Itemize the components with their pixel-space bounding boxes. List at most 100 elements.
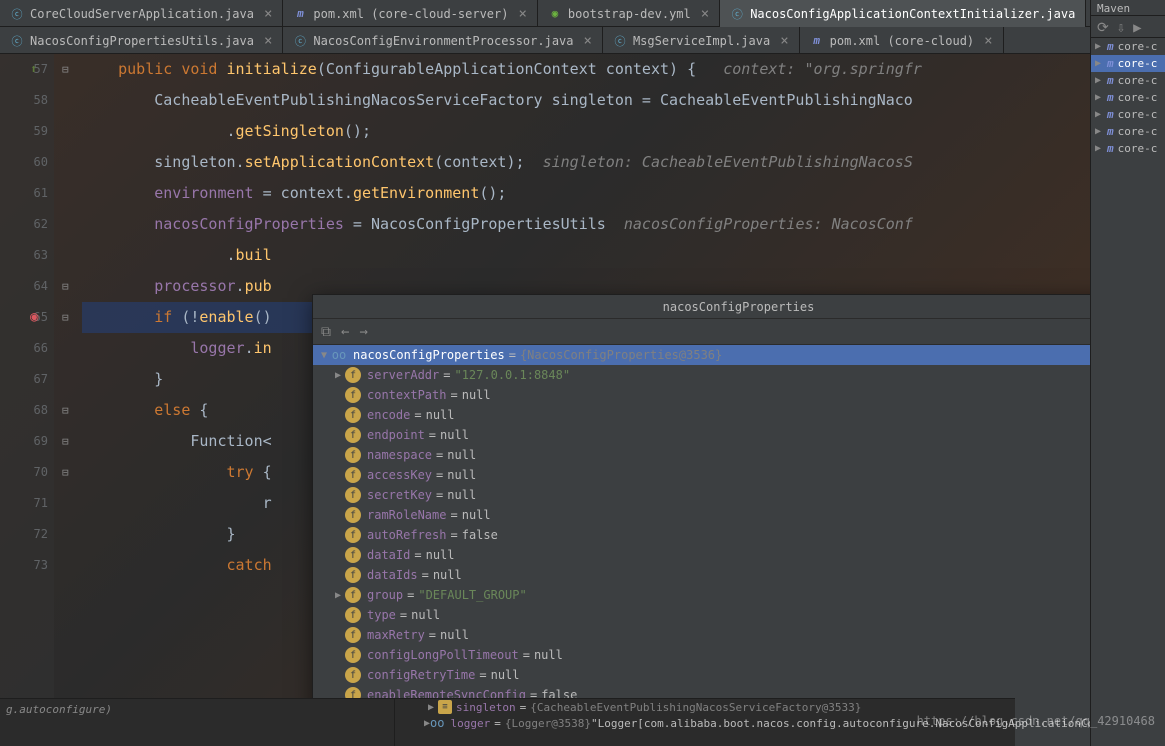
var-name: logger xyxy=(450,717,490,730)
fold-icon[interactable]: ⊟ xyxy=(54,311,69,324)
tree-field-row[interactable]: fnamespace=null xyxy=(313,445,1090,465)
tab-label: CoreCloudServerApplication.java xyxy=(30,7,254,21)
tree-field-row[interactable]: fdataIds=null xyxy=(313,565,1090,585)
refresh-icon[interactable]: ⟳ xyxy=(1097,20,1109,33)
editor-tab[interactable]: ◉bootstrap-dev.yml× xyxy=(538,0,720,27)
maven-module-item[interactable]: ▶mcore-c xyxy=(1091,38,1165,55)
tree-field-row[interactable]: framRoleName=null xyxy=(313,505,1090,525)
code-line[interactable]: nacosConfigProperties = NacosConfigPrope… xyxy=(82,209,1090,240)
close-icon[interactable]: × xyxy=(264,33,272,49)
code-line[interactable]: singleton.setApplicationContext(context)… xyxy=(82,147,1090,178)
line-gutter: 57⬆5859606162636465◉6667686970717273 xyxy=(0,54,54,746)
close-icon[interactable]: × xyxy=(264,6,272,22)
tree-field-row[interactable]: fsecretKey=null xyxy=(313,485,1090,505)
code-line[interactable]: .buil xyxy=(82,240,1090,271)
field-name: type xyxy=(367,608,396,622)
close-icon[interactable]: × xyxy=(584,33,592,49)
editor-tab[interactable]: ⓒNacosConfigPropertiesUtils.java× xyxy=(0,27,283,54)
debug-var-row[interactable]: ▶≡singleton={CacheableEventPublishingNac… xyxy=(420,699,1015,715)
tab-label: NacosConfigApplicationContextInitializer… xyxy=(750,7,1075,21)
tree-field-row[interactable]: ftype=null xyxy=(313,605,1090,625)
download-icon[interactable]: ⇩ xyxy=(1117,20,1125,33)
tree-field-row[interactable]: fmaxRetry=null xyxy=(313,625,1090,645)
chevron-right-icon: ▶ xyxy=(1095,126,1103,137)
field-name: encode xyxy=(367,408,410,422)
field-value: null xyxy=(447,468,476,482)
popup-toolbar: ⧉ ← → xyxy=(313,319,1090,345)
code-line[interactable]: public void initialize(ConfigurableAppli… xyxy=(82,54,1090,85)
chevron-right-icon[interactable]: ▶ xyxy=(424,702,438,713)
maven-toolbar: ⟳ ⇩ ▶ xyxy=(1091,16,1165,38)
chevron-right-icon[interactable]: ▶ xyxy=(331,370,345,381)
editor-tab[interactable]: ⓒNacosConfigEnvironmentProcessor.java× xyxy=(283,27,603,54)
tree-field-row[interactable]: fdataId=null xyxy=(313,545,1090,565)
fold-icon[interactable]: ⊟ xyxy=(54,404,69,417)
editor-tab[interactable]: ⓒNacosConfigApplicationContextInitialize… xyxy=(720,0,1086,27)
editor-tab[interactable]: mpom.xml (core-cloud-server)× xyxy=(283,0,538,27)
code-line[interactable]: CacheableEventPublishingNacosServiceFact… xyxy=(82,85,1090,116)
fold-icon[interactable]: ⊟ xyxy=(54,435,69,448)
tree-field-row[interactable]: fcontextPath=null xyxy=(313,385,1090,405)
fold-icon[interactable]: ⊟ xyxy=(54,280,69,293)
fold-icon[interactable]: ⊟ xyxy=(54,466,69,479)
tree-field-row[interactable]: ▶fserverAddr="127.0.0.1:8848" xyxy=(313,365,1090,385)
popup-title: nacosConfigProperties xyxy=(313,295,1090,319)
watermark-text: https://blog.csdn.net/qq_42910468 xyxy=(917,714,1155,728)
field-name: accessKey xyxy=(367,468,432,482)
tree-field-row[interactable]: ▶fgroup="DEFAULT_GROUP" xyxy=(313,585,1090,605)
field-icon: f xyxy=(345,387,361,403)
run-icon[interactable]: ▶ xyxy=(1133,20,1141,33)
editor-tab[interactable]: mpom.xml (core-cloud)× xyxy=(800,27,1004,54)
maven-module-item[interactable]: ▶mcore-c xyxy=(1091,123,1165,140)
java-icon: ⓒ xyxy=(10,34,24,48)
maven-module-item[interactable]: ▶mcore-c xyxy=(1091,55,1165,72)
object-icon: oo xyxy=(331,347,347,363)
editor-area: 57⬆5859606162636465◉6667686970717273 ⊟ ⊟ ⊟… xyxy=(0,54,1090,746)
field-value: false xyxy=(462,528,498,542)
maven-module-item[interactable]: ▶mcore-c xyxy=(1091,72,1165,89)
editor-tab[interactable]: ⓒMsgServiceImpl.java× xyxy=(603,27,800,54)
var-value: {CacheableEventPublishingNacosServiceFac… xyxy=(530,701,861,714)
field-value: null xyxy=(447,488,476,502)
field-icon: f xyxy=(345,607,361,623)
chevron-down-icon[interactable]: ▼ xyxy=(317,350,331,361)
forward-icon[interactable]: → xyxy=(359,324,367,340)
maven-module-item[interactable]: ▶mcore-c xyxy=(1091,140,1165,157)
field-icon: f xyxy=(345,507,361,523)
yml-icon: ◉ xyxy=(548,7,562,21)
field-icon: f xyxy=(345,547,361,563)
field-value: "DEFAULT_GROUP" xyxy=(418,588,526,602)
tree-field-row[interactable]: fconfigLongPollTimeout=null xyxy=(313,645,1090,665)
collapse-icon[interactable]: ⧉ xyxy=(321,324,331,340)
chevron-right-icon[interactable]: ▶ xyxy=(331,590,345,601)
editor-tab[interactable]: ⓒCoreCloudServerApplication.java× xyxy=(0,0,283,27)
field-value: null xyxy=(433,568,462,582)
tree-field-row[interactable]: fencode=null xyxy=(313,405,1090,425)
close-icon[interactable]: × xyxy=(518,6,526,22)
maven-icon: m xyxy=(1107,57,1114,70)
maven-tool-window: Maven ⟳ ⇩ ▶ ▶mcore-c▶mcore-c▶mcore-c▶mco… xyxy=(1090,0,1165,746)
field-value: null xyxy=(426,408,455,422)
maven-module-item[interactable]: ▶mcore-c xyxy=(1091,89,1165,106)
field-value: "127.0.0.1:8848" xyxy=(454,368,570,382)
code-line[interactable]: .getSingleton(); xyxy=(82,116,1090,147)
close-icon[interactable]: × xyxy=(701,6,709,22)
field-value: null xyxy=(462,388,491,402)
tree-field-row[interactable]: fendpoint=null xyxy=(313,425,1090,445)
tree-field-row[interactable]: fconfigRetryTime=null xyxy=(313,665,1090,685)
back-icon[interactable]: ← xyxy=(341,324,349,340)
popup-tree[interactable]: ▼oonacosConfigProperties={NacosConfigPro… xyxy=(313,345,1090,746)
field-icon: f xyxy=(345,567,361,583)
field-value: null xyxy=(440,628,469,642)
module-label: core-c xyxy=(1118,57,1158,70)
close-icon[interactable]: × xyxy=(780,33,788,49)
fold-icon[interactable]: ⊟ xyxy=(54,63,69,76)
field-icon: f xyxy=(345,667,361,683)
tree-field-row[interactable]: faccessKey=null xyxy=(313,465,1090,485)
tree-field-row[interactable]: fautoRefresh=false xyxy=(313,525,1090,545)
close-icon[interactable]: × xyxy=(984,33,992,49)
code-line[interactable]: environment = context.getEnvironment(); xyxy=(82,178,1090,209)
maven-module-item[interactable]: ▶mcore-c xyxy=(1091,106,1165,123)
java-icon: ⓒ xyxy=(293,34,307,48)
tree-root[interactable]: ▼oonacosConfigProperties={NacosConfigPro… xyxy=(313,345,1090,365)
